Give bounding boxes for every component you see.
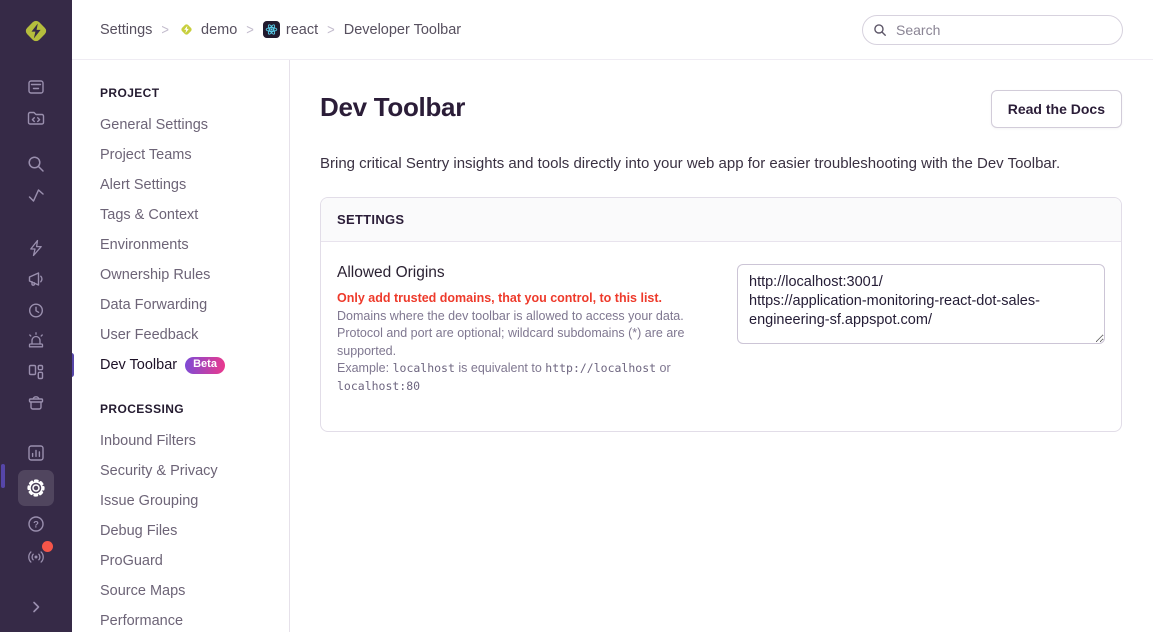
sidebar-item-source-maps[interactable]: Source Maps: [72, 576, 289, 606]
search-input[interactable]: [862, 15, 1123, 45]
replays-clock-icon[interactable]: [22, 296, 50, 324]
allowed-origins-textarea[interactable]: http://localhost:3001/ https://applicati…: [737, 264, 1105, 344]
field-description: Allowed Origins Only add trusted domains…: [337, 264, 737, 395]
example-code-http-localhost: http://localhost: [545, 361, 656, 375]
react-project-icon: [263, 21, 280, 38]
allowed-origins-label: Allowed Origins: [337, 264, 717, 282]
page-description: Bring critical Sentry insights and tools…: [320, 155, 1122, 172]
field-help-text: Domains where the dev toolbar is allowed…: [337, 308, 717, 361]
sidebar-item-data-forwarding[interactable]: Data Forwarding: [72, 290, 289, 320]
app-window: ? Settings >: [0, 0, 1153, 632]
sidebar-item-security-privacy[interactable]: Security & Privacy: [72, 456, 289, 486]
settings-gear-icon[interactable]: [18, 470, 54, 506]
allowed-origins-field: Allowed Origins Only add trusted domains…: [321, 242, 1121, 431]
title-row: Dev Toolbar Read the Docs: [320, 90, 1122, 128]
beta-badge: Beta: [185, 357, 225, 374]
sidebar-section-processing: PROCESSING: [72, 402, 289, 416]
sidebar-item-issue-grouping[interactable]: Issue Grouping: [72, 486, 289, 516]
sidebar-item-user-feedback[interactable]: User Feedback: [72, 320, 289, 350]
main-content: Dev Toolbar Read the Docs Bring critical…: [290, 60, 1153, 632]
sentry-logo-icon[interactable]: [19, 14, 53, 48]
sidebar-item-ownership-rules[interactable]: Ownership Rules: [72, 260, 289, 290]
sidebar-item-proguard[interactable]: ProGuard: [72, 546, 289, 576]
trusted-domains-warning: Only add trusted domains, that you contr…: [337, 290, 717, 308]
example-mid: is equivalent to: [458, 361, 541, 375]
insights-pulse-icon[interactable]: [22, 181, 50, 209]
breadcrumb-org-label: demo: [201, 22, 237, 38]
field-example-text: Example: localhost is equivalent to http…: [337, 360, 717, 395]
monitors-siren-icon[interactable]: [22, 327, 50, 355]
breadcrumb-project[interactable]: react: [263, 21, 318, 38]
feedback-megaphone-icon[interactable]: [22, 265, 50, 293]
sidebar-item-label: Dev Toolbar: [100, 357, 177, 373]
breadcrumb-separator: >: [246, 21, 254, 38]
example-prefix: Example:: [337, 361, 389, 375]
sidebar-section-project: PROJECT: [72, 86, 289, 100]
svg-text:?: ?: [33, 519, 39, 530]
settings-panel: SETTINGS Allowed Origins Only add truste…: [320, 197, 1122, 432]
example-or: or: [660, 361, 671, 375]
sidebar-item-alert-settings[interactable]: Alert Settings: [72, 170, 289, 200]
read-the-docs-button[interactable]: Read the Docs: [991, 90, 1122, 128]
breadcrumb-separator: >: [327, 21, 335, 38]
collapse-chevron-icon[interactable]: [22, 593, 50, 621]
breadcrumb-settings[interactable]: Settings: [100, 22, 152, 38]
sidebar-item-dev-toolbar[interactable]: Dev Toolbar Beta: [72, 350, 289, 380]
search-icon: [873, 23, 887, 37]
whats-new-broadcast-icon[interactable]: [22, 543, 50, 571]
page-title: Dev Toolbar: [320, 92, 465, 123]
active-nav-indicator: [1, 464, 5, 488]
notification-dot: [42, 541, 53, 552]
releases-box-icon[interactable]: [22, 389, 50, 417]
breadcrumb-page[interactable]: Developer Toolbar: [344, 22, 461, 38]
project-items: General Settings Project Teams Alert Set…: [72, 110, 289, 380]
breadcrumb: Settings > demo >: [100, 21, 461, 38]
sidebar-item-general-settings[interactable]: General Settings: [72, 110, 289, 140]
projects-icon[interactable]: [22, 104, 50, 132]
sidebar-item-project-teams[interactable]: Project Teams: [72, 140, 289, 170]
sidebar-item-tags-context[interactable]: Tags & Context: [72, 200, 289, 230]
settings-panel-header: SETTINGS: [321, 198, 1121, 242]
explore-search-icon[interactable]: [22, 150, 50, 178]
example-code-localhost: localhost: [393, 361, 455, 375]
breadcrumb-project-label: react: [286, 22, 318, 38]
issues-icon[interactable]: [22, 73, 50, 101]
sidebar-item-performance[interactable]: Performance: [72, 606, 289, 632]
sidebar-item-debug-files[interactable]: Debug Files: [72, 516, 289, 546]
sidebar-item-inbound-filters[interactable]: Inbound Filters: [72, 426, 289, 456]
nav-rail: ?: [0, 0, 72, 632]
search-box: [862, 15, 1123, 45]
org-avatar-icon: [178, 21, 195, 38]
breadcrumb-org[interactable]: demo: [178, 21, 237, 38]
dashboards-icon[interactable]: [22, 358, 50, 386]
stats-chart-icon[interactable]: [22, 439, 50, 467]
top-header: Settings > demo >: [72, 0, 1153, 60]
field-input-column: http://localhost:3001/ https://applicati…: [737, 264, 1105, 395]
settings-sidebar: PROJECT General Settings Project Teams A…: [72, 60, 290, 632]
help-question-icon[interactable]: ?: [22, 510, 50, 538]
example-code-localhost-80: localhost:80: [337, 379, 420, 393]
processing-items: Inbound Filters Security & Privacy Issue…: [72, 426, 289, 632]
alerts-lightning-icon[interactable]: [22, 234, 50, 262]
sidebar-item-environments[interactable]: Environments: [72, 230, 289, 260]
breadcrumb-separator: >: [161, 21, 169, 38]
